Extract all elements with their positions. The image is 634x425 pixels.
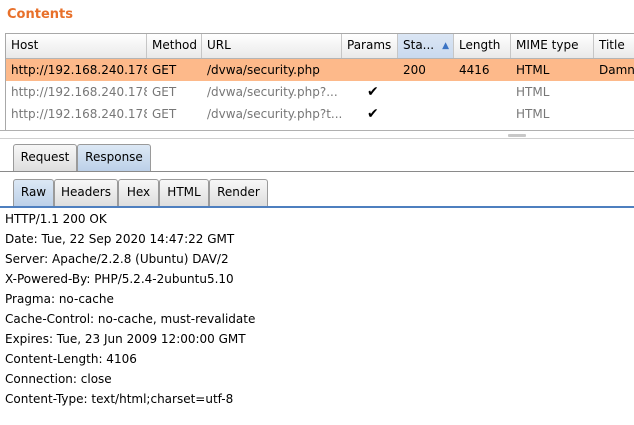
cell-host: http://192.168.240.178 (11, 85, 147, 99)
raw-response-text[interactable]: HTTP/1.1 200 OK Date: Tue, 22 Sep 2020 1… (5, 209, 255, 409)
response-line: Content-Type: text/html;charset=utf-8 (5, 392, 234, 406)
response-line: Server: Apache/2.2.8 (Ubuntu) DAV/2 (5, 252, 229, 266)
cell-length: 4416 (459, 63, 490, 77)
table-row[interactable]: http://192.168.240.178 GET /dvwa/securit… (6, 103, 634, 125)
cell-params: ✔ (367, 106, 379, 122)
cell-title (594, 103, 634, 125)
cell-method: GET (152, 85, 177, 99)
tab-strip-border (0, 206, 634, 208)
response-line: Expires: Tue, 23 Jun 2009 12:00:00 GMT (5, 332, 246, 346)
splitter-handle[interactable] (508, 134, 526, 137)
cell-host: http://192.168.240.178 (11, 63, 147, 77)
cell-title (594, 81, 634, 103)
cell-url: /dvwa/security.php (207, 63, 320, 77)
tab-hex[interactable]: Hex (118, 179, 159, 206)
column-label: Sta... (403, 38, 435, 52)
cell-mime: HTML (516, 63, 550, 77)
column-header-mime[interactable]: MIME type (511, 34, 594, 58)
table-row[interactable]: http://192.168.240.178 GET /dvwa/securit… (6, 81, 634, 103)
tab-label: Response (85, 150, 143, 164)
response-line: X-Powered-By: PHP/5.2.4-2ubuntu5.10 (5, 272, 234, 286)
column-label: Method (152, 38, 198, 52)
cell-mime: HTML (516, 107, 550, 121)
cell-method: GET (152, 63, 177, 77)
sort-ascending-icon: ▲ (442, 41, 449, 51)
column-label: MIME type (516, 38, 579, 52)
cell-method: GET (152, 107, 177, 121)
tab-label: Raw (20, 185, 47, 199)
column-header-method[interactable]: Method (147, 34, 202, 58)
response-line: HTTP/1.1 200 OK (5, 212, 107, 226)
cell-length (454, 81, 511, 103)
cell-url: /dvwa/security.php?... (207, 85, 338, 99)
cell-status: 200 (403, 63, 426, 77)
cell-host: http://192.168.240.178 (11, 107, 147, 121)
cell-length (454, 103, 511, 125)
column-header-url[interactable]: URL (202, 34, 342, 58)
tab-html[interactable]: HTML (159, 179, 209, 206)
tab-label: Hex (126, 185, 151, 199)
pane-divider (0, 130, 634, 131)
cell-mime: HTML (516, 85, 550, 99)
tab-label: Headers (61, 185, 111, 199)
response-line: Cache-Control: no-cache, must-revalidate (5, 312, 256, 326)
column-header-host[interactable]: Host (6, 34, 147, 58)
column-label: Host (11, 38, 39, 52)
history-table[interactable]: Host Method URL Params Sta... ▲ Length MI… (5, 33, 634, 130)
column-header-length[interactable]: Length (454, 34, 511, 58)
column-header-status[interactable]: Sta... ▲ (398, 34, 454, 58)
cell-title: Damn (599, 63, 634, 77)
tab-raw[interactable]: Raw (13, 179, 54, 206)
column-header-title[interactable]: Title (594, 34, 634, 58)
column-label: Title (599, 38, 625, 52)
column-label: Length (459, 38, 501, 52)
cell-status (398, 103, 454, 125)
tab-strip-border (0, 171, 634, 172)
cell-params: ✔ (367, 84, 379, 100)
column-header-params[interactable]: Params (342, 34, 398, 58)
contents-title: Contents (7, 7, 73, 22)
response-line: Pragma: no-cache (5, 292, 114, 306)
tab-label: HTML (167, 185, 201, 199)
tab-label: Render (217, 185, 260, 199)
table-row[interactable]: http://192.168.240.178 GET /dvwa/securit… (6, 59, 634, 81)
column-label: URL (207, 38, 231, 52)
column-label: Params (347, 38, 392, 52)
cell-params (362, 59, 398, 81)
tab-response[interactable]: Response (77, 144, 151, 171)
tab-render[interactable]: Render (209, 179, 268, 206)
table-header: Host Method URL Params Sta... ▲ Length MI… (6, 34, 634, 59)
response-line: Connection: close (5, 372, 112, 386)
tab-request[interactable]: Request (13, 144, 77, 171)
response-line: Date: Tue, 22 Sep 2020 14:47:22 GMT (5, 232, 235, 246)
response-line: Content-Length: 4106 (5, 352, 137, 366)
pane-divider (0, 138, 634, 139)
tab-label: Request (20, 150, 70, 164)
tab-headers[interactable]: Headers (54, 179, 118, 206)
cell-url: /dvwa/security.php?t... (207, 107, 342, 121)
cell-status (398, 81, 454, 103)
